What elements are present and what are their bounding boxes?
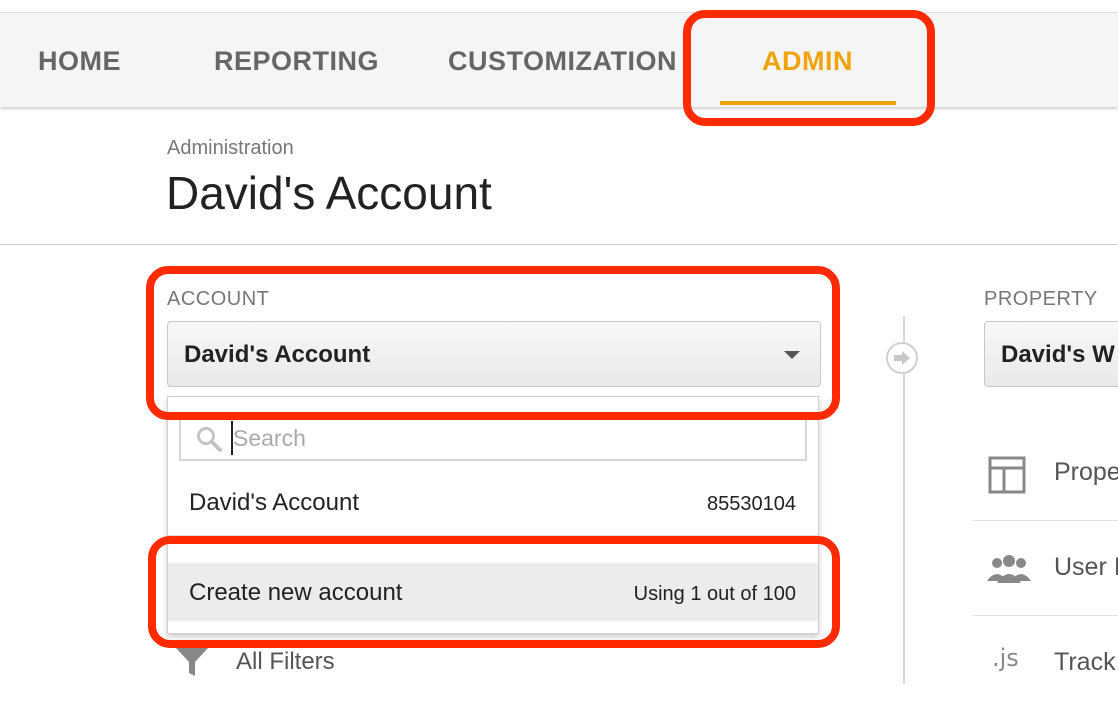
dropdown-separator <box>168 535 818 562</box>
account-item-id: 85530104 <box>707 493 796 515</box>
account-section-label: ACCOUNT <box>167 288 270 310</box>
property-select-value: David's W <box>1001 341 1115 368</box>
all-filters-label: All Filters <box>236 648 335 675</box>
tab-customization[interactable]: CUSTOMIZATION <box>448 46 677 77</box>
account-usage-count: Using 1 out of 100 <box>633 583 796 605</box>
page-title: David's Account <box>166 167 492 219</box>
property-select[interactable]: David's W <box>984 321 1118 387</box>
active-tab-indicator <box>720 101 896 105</box>
tracking-info-link[interactable]: .js Track <box>972 616 1118 710</box>
tracking-info-label: Track <box>1054 648 1116 676</box>
tab-admin[interactable]: ADMIN <box>762 46 853 77</box>
tab-home[interactable]: HOME <box>38 46 121 77</box>
tab-reporting[interactable]: REPORTING <box>214 46 379 77</box>
arrow-right-icon <box>886 342 918 374</box>
property-section-label: PROPERTY <box>984 288 1098 310</box>
user-management-label: User I <box>1054 553 1118 581</box>
account-item-name: David's Account <box>189 489 360 516</box>
top-nav-bar: HOME REPORTING CUSTOMIZATION ADMIN <box>0 12 1118 107</box>
property-settings-icon <box>988 456 1026 499</box>
create-new-account-button[interactable]: Create new account Using 1 out of 100 <box>168 563 818 621</box>
account-search-box[interactable] <box>179 415 807 461</box>
filter-icon <box>172 648 212 684</box>
js-icon: .js <box>992 644 1019 672</box>
property-settings-link[interactable]: Prope <box>972 426 1118 521</box>
create-account-label: Create new account <box>189 579 403 606</box>
search-icon <box>195 425 223 458</box>
breadcrumb: Administration <box>167 137 294 159</box>
account-select-value: David's Account <box>184 341 371 368</box>
account-dropdown: David's Account 85530104 Create new acco… <box>167 396 819 634</box>
all-filters-link[interactable]: All Filters <box>172 640 335 685</box>
header-divider <box>0 244 1118 245</box>
user-management-link[interactable]: User I <box>972 521 1118 616</box>
chevron-down-icon <box>784 351 800 359</box>
users-icon <box>986 553 1032 590</box>
account-select[interactable]: David's Account <box>167 321 821 387</box>
account-search-input[interactable] <box>231 421 793 455</box>
account-list-item[interactable]: David's Account 85530104 <box>168 473 818 531</box>
property-settings-label: Prope <box>1054 458 1118 486</box>
